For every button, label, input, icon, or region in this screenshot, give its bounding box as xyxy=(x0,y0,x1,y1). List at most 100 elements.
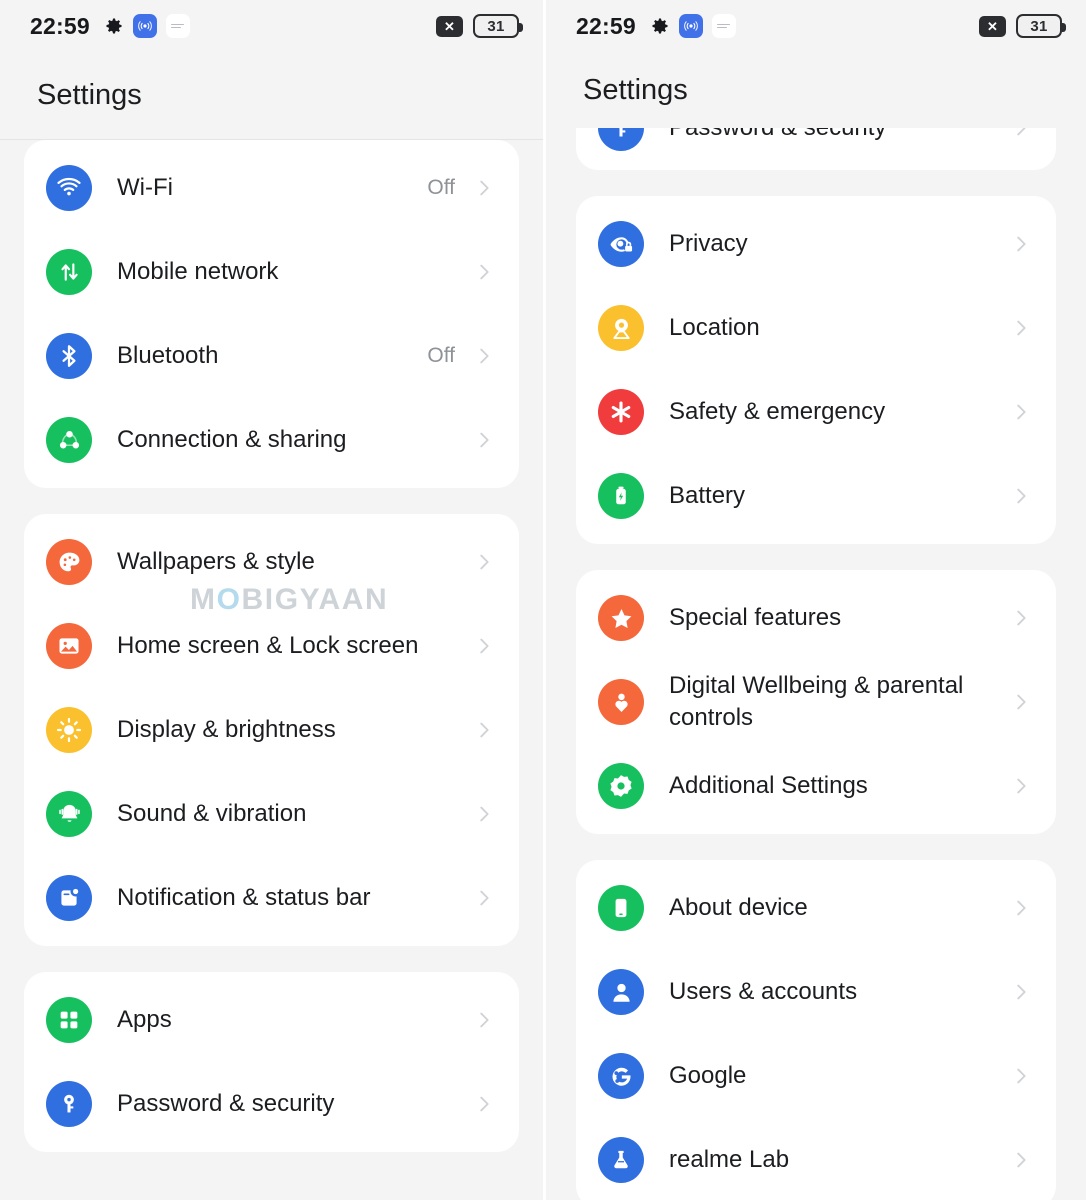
settings-row[interactable]: Special features xyxy=(576,576,1056,660)
settings-row[interactable]: Sound & vibration xyxy=(24,772,519,856)
bluetooth-icon xyxy=(46,333,92,379)
settings-row-label: Additional Settings xyxy=(669,772,868,800)
settings-row[interactable]: Display & brightness xyxy=(24,688,519,772)
settings-row-label: realme Lab xyxy=(669,1146,790,1174)
dual-screenshot-container: 22:59 ✕ 31 Settings Wi-Fi Off Mobile net… xyxy=(0,0,1086,1200)
chevron-right-icon xyxy=(480,432,489,448)
settings-card-clipped: Password & security xyxy=(576,128,1056,170)
status-bar-clock: 22:59 xyxy=(30,12,90,39)
settings-row[interactable]: About device xyxy=(576,866,1056,950)
gear-icon xyxy=(106,18,122,34)
status-bar-clock: 22:59 xyxy=(576,12,636,39)
settings-row[interactable]: Apps xyxy=(24,978,519,1062)
gear-icon xyxy=(652,18,668,34)
brightness-icon xyxy=(46,707,92,753)
settings-row-label: About device xyxy=(669,894,808,922)
settings-row-label: Location xyxy=(669,314,760,342)
chevron-right-icon xyxy=(480,264,489,280)
notification-bar-icon xyxy=(46,875,92,921)
wifi-icon xyxy=(46,165,92,211)
settings-row[interactable]: Home screen & Lock screen xyxy=(24,604,519,688)
connection-sharing-icon xyxy=(46,417,92,463)
chevron-right-icon xyxy=(480,554,489,570)
battery-level-label: 31 xyxy=(1030,17,1048,35)
status-bar-right-icons: ✕ 31 xyxy=(979,14,1066,38)
key-icon xyxy=(46,1081,92,1127)
settings-row-label: Google xyxy=(669,1062,747,1090)
chevron-right-icon xyxy=(1017,1152,1026,1168)
settings-row-label: Password & security xyxy=(117,1090,335,1118)
settings-row[interactable]: Privacy xyxy=(576,202,1056,286)
settings-row[interactable]: Digital Wellbeing & parental controls xyxy=(576,660,1056,744)
chevron-right-icon xyxy=(1017,610,1026,626)
chevron-right-icon xyxy=(1017,694,1026,710)
settings-row-label: Sound & vibration xyxy=(117,800,307,828)
settings-row[interactable]: Bluetooth Off xyxy=(24,314,519,398)
settings-row-label: Safety & emergency xyxy=(669,398,886,426)
settings-row[interactable]: Password & security xyxy=(24,1062,519,1146)
settings-row[interactable]: Password & security xyxy=(576,128,1056,170)
settings-row[interactable]: Safety & emergency xyxy=(576,370,1056,454)
battery-indicator: 31 xyxy=(1016,14,1066,38)
flask-lab-icon xyxy=(598,1137,644,1183)
chevron-right-icon xyxy=(1017,1068,1026,1084)
bell-icon xyxy=(46,791,92,837)
settings-row-label: Wi-Fi xyxy=(117,174,173,202)
privacy-eye-lock-icon xyxy=(598,221,644,267)
settings-row[interactable]: Battery xyxy=(576,454,1056,538)
settings-row[interactable]: Notification & status bar xyxy=(24,856,519,940)
wellbeing-heart-icon xyxy=(598,679,644,725)
status-bar: 22:59 ✕ 31 xyxy=(0,0,543,52)
settings-card: Wi-Fi Off Mobile network Bluetooth Off Connec… xyxy=(24,140,519,488)
page-title: Settings xyxy=(546,52,1086,128)
status-bar-right-icons: ✕ 31 xyxy=(436,14,523,38)
left-phone-screen: 22:59 ✕ 31 Settings Wi-Fi Off Mobile net… xyxy=(0,0,543,1200)
settings-card: Special features Digital Wellbeing & pare… xyxy=(576,570,1056,834)
settings-row[interactable]: Google xyxy=(576,1034,1056,1118)
settings-row-label: Users & accounts xyxy=(669,978,858,1006)
settings-row[interactable]: Location xyxy=(576,286,1056,370)
settings-card: About device Users & accounts Google realme… xyxy=(576,860,1056,1200)
settings-scroll-area-left[interactable]: Wi-Fi Off Mobile network Bluetooth Off Connec… xyxy=(0,140,543,1200)
chevron-right-icon xyxy=(1017,404,1026,420)
chevron-right-icon xyxy=(480,348,489,364)
google-g-icon xyxy=(598,1053,644,1099)
settings-row[interactable]: Connection & sharing xyxy=(24,398,519,482)
chevron-right-icon xyxy=(1017,900,1026,916)
battery-level-label: 31 xyxy=(487,17,505,35)
additional-settings-gear-icon xyxy=(598,763,644,809)
settings-row[interactable]: Mobile network xyxy=(24,230,519,314)
chevron-right-icon xyxy=(1017,320,1026,336)
settings-row-label: Wallpapers & style xyxy=(117,548,315,576)
chevron-right-icon xyxy=(480,890,489,906)
mobile-network-icon xyxy=(46,249,92,295)
settings-scroll-area-right[interactable]: Password & security Privacy Location Safety… xyxy=(546,128,1086,1200)
settings-row[interactable]: Additional Settings xyxy=(576,744,1056,828)
right-phone-screen: 22:59 ✕ 31 Settings Privacy Location Saf… xyxy=(543,0,1086,1200)
settings-row[interactable]: Wallpapers & style xyxy=(24,520,519,604)
settings-row-label: Display & brightness xyxy=(117,716,336,744)
chevron-right-icon xyxy=(1017,128,1026,136)
settings-card: Privacy Location Safety & emergency Battery xyxy=(576,196,1056,544)
row-value: Off xyxy=(427,344,455,367)
no-sim-icon: ✕ xyxy=(979,15,1006,37)
row-value: Off xyxy=(427,176,455,199)
settings-row-label: Apps xyxy=(117,1006,172,1034)
settings-row-label: Connection & sharing xyxy=(117,426,347,454)
chevron-right-icon xyxy=(480,806,489,822)
settings-card: Wallpapers & style Home screen & Lock scr… xyxy=(24,514,519,946)
settings-row-label: Special features xyxy=(669,604,842,632)
battery-indicator: 31 xyxy=(473,14,523,38)
location-pin-icon xyxy=(598,305,644,351)
no-sim-icon: ✕ xyxy=(436,15,463,37)
notification-lines-icon xyxy=(711,14,736,38)
settings-card: Apps Password & security xyxy=(24,972,519,1152)
settings-row-label: Digital Wellbeing & parental controls xyxy=(669,672,964,731)
settings-row-label: Mobile network xyxy=(117,258,279,286)
star-icon xyxy=(598,595,644,641)
chevron-right-icon xyxy=(1017,488,1026,504)
chevron-right-icon xyxy=(480,722,489,738)
settings-row[interactable]: Users & accounts xyxy=(576,950,1056,1034)
settings-row[interactable]: realme Lab xyxy=(576,1118,1056,1200)
settings-row[interactable]: Wi-Fi Off xyxy=(24,146,519,230)
